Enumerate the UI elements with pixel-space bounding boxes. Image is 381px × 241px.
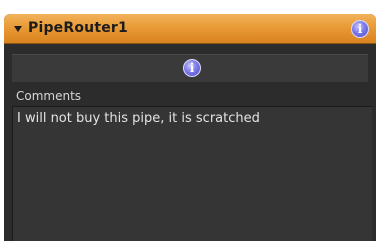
comments-label: Comments	[16, 89, 82, 103]
collapse-triangle-icon[interactable]	[14, 26, 22, 32]
info-row: i	[12, 54, 368, 82]
tool-panel: PipeRouter1 i i Comments I will not buy …	[4, 14, 376, 241]
panel-title: PipeRouter1	[28, 20, 128, 36]
page: PipeRouter1 i i Comments I will not buy …	[0, 0, 381, 241]
info-icon[interactable]: i	[351, 20, 369, 38]
comments-field[interactable]: I will not buy this pipe, it is scratche…	[12, 106, 372, 241]
info-icon[interactable]: i	[183, 59, 201, 77]
panel-header[interactable]: PipeRouter1 i	[4, 14, 376, 44]
panel-body: i Comments I will not buy this pipe, it …	[4, 44, 376, 241]
